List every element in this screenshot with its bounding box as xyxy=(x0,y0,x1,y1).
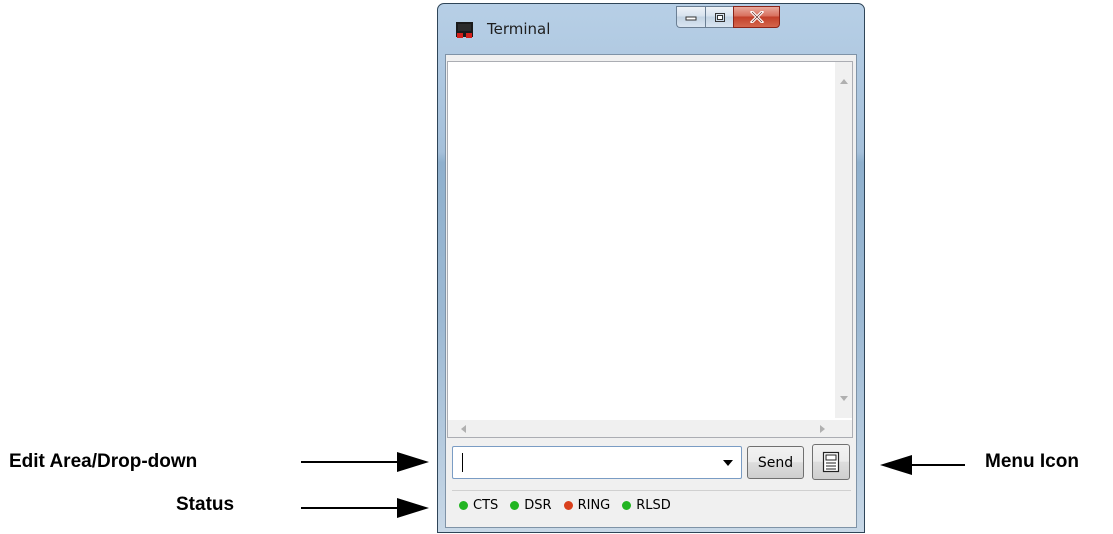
scroll-left-icon[interactable] xyxy=(461,425,466,433)
terminal-output-area[interactable] xyxy=(447,61,853,438)
status-ring-label: RING xyxy=(577,498,611,513)
scroll-right-icon[interactable] xyxy=(820,425,825,433)
status-rlsd-indicator xyxy=(622,501,632,510)
maximize-icon xyxy=(714,12,725,22)
annotation-arrow-status-head xyxy=(397,498,429,518)
status-dsr-label: DSR xyxy=(524,498,552,513)
horizontal-scrollbar[interactable] xyxy=(448,420,835,437)
annotation-edit-area: Edit Area/Drop-down xyxy=(9,451,198,472)
text-cursor xyxy=(462,453,463,472)
scroll-down-icon[interactable] xyxy=(840,396,848,401)
close-icon xyxy=(749,11,764,23)
minimize-button[interactable] xyxy=(676,6,705,28)
status-cts-label: CTS xyxy=(473,498,499,513)
send-button[interactable]: Send xyxy=(747,446,804,479)
status-dsr: DSR xyxy=(510,498,552,513)
close-button[interactable] xyxy=(733,6,780,28)
status-ring: RING xyxy=(563,498,611,513)
annotation-arrow-menu-head xyxy=(880,455,912,475)
menu-button[interactable] xyxy=(812,444,850,480)
status-cts-indicator xyxy=(459,501,468,510)
annotation-arrow-edit-area-head xyxy=(397,452,429,472)
title-bar[interactable]: Terminal xyxy=(438,4,864,54)
menu-document-icon xyxy=(822,451,840,473)
edit-area-input[interactable] xyxy=(457,451,715,474)
vertical-scrollbar[interactable] xyxy=(835,62,852,418)
terminal-icon xyxy=(456,22,473,38)
status-dsr-indicator xyxy=(510,501,520,510)
status-cts: CTS xyxy=(459,498,498,513)
annotation-menu-icon: Menu Icon xyxy=(985,451,1079,472)
annotation-arrow-status-line xyxy=(301,507,399,509)
caption-buttons xyxy=(676,6,852,28)
minimize-icon xyxy=(685,16,697,21)
window-title: Terminal xyxy=(487,20,551,38)
status-bar: CTS DSR RING RLSD xyxy=(452,490,851,520)
annotation-arrow-menu-line xyxy=(910,464,965,466)
status-rlsd-label: RLSD xyxy=(636,498,671,513)
maximize-button[interactable] xyxy=(705,6,733,28)
status-ring-indicator xyxy=(563,501,573,510)
annotation-arrow-edit-area-line xyxy=(301,461,399,463)
scroll-up-icon[interactable] xyxy=(840,79,848,84)
annotation-status: Status xyxy=(176,494,235,515)
edit-area-dropdown[interactable] xyxy=(452,446,742,479)
scrollbar-corner xyxy=(835,420,852,437)
terminal-window: Terminal Send CTS DSR RING RLSD xyxy=(437,3,865,533)
dropdown-arrow-icon[interactable] xyxy=(723,460,733,466)
client-area: Send CTS DSR RING RLSD xyxy=(445,54,857,528)
status-rlsd: RLSD xyxy=(622,498,671,513)
